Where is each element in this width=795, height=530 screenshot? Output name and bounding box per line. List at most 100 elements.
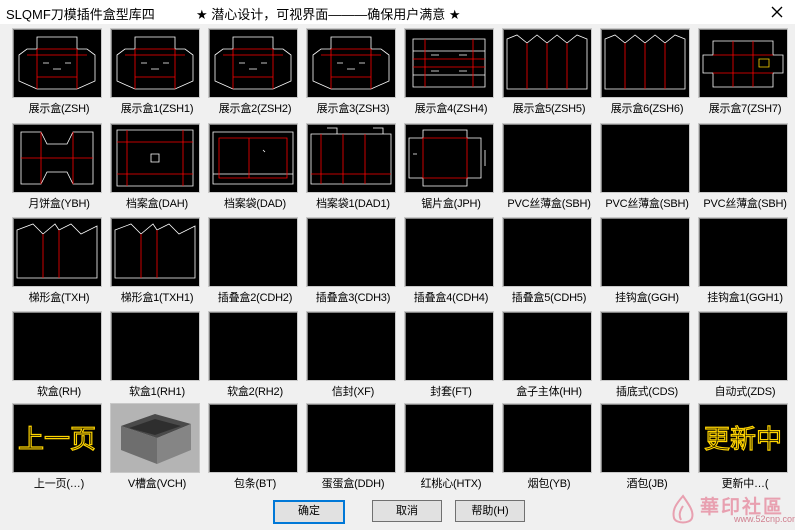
empty-thumbnail[interactable] [12,311,102,381]
box-type-label: 包条(BT) [233,478,277,490]
box-type-item[interactable]: 挂钩盒(GGH) [598,215,696,310]
die-ladder-thumbnail[interactable] [110,217,200,287]
empty-thumbnail[interactable] [600,403,690,473]
box-type-item[interactable]: 档案盒(DAH) [108,121,206,216]
die-saw-thumbnail[interactable] [404,123,494,193]
die-file-bag1-thumbnail[interactable] [306,123,396,193]
title-bar: SLQMF刀模插件盒型库四 ★ 潜心设计，可视界面———确保用户满意 ★ [0,0,795,24]
box-type-item[interactable]: PVC丝薄盒(SBH) [696,121,794,216]
box-type-item[interactable]: 展示盒2(ZSH2) [206,26,304,121]
box-type-label: 梯形盒1(TXH1) [120,292,194,304]
empty-thumbnail[interactable] [306,311,396,381]
box-type-label: 插叠盒3(CDH3) [315,292,391,304]
photo-vgroove-box-thumbnail[interactable] [110,403,200,473]
empty-thumbnail[interactable] [404,311,494,381]
box-type-item[interactable]: 插底式(CDS) [598,309,696,404]
box-type-item[interactable]: 插叠盒2(CDH2) [206,215,304,310]
box-type-label: 展示盒4(ZSH4) [414,103,488,115]
thumb-text: 更新中 [704,425,782,455]
cancel-button[interactable]: 取消 [372,500,442,522]
empty-thumbnail[interactable] [208,311,298,381]
box-type-item[interactable]: 烟包(YB) [500,401,598,496]
help-button[interactable]: 帮助(H) [455,500,525,522]
box-type-item[interactable]: 插叠盒3(CDH3) [304,215,402,310]
die-ladder-thumbnail[interactable] [12,217,102,287]
empty-thumbnail[interactable] [502,403,592,473]
box-type-item[interactable]: PVC丝薄盒(SBH) [500,121,598,216]
empty-thumbnail[interactable] [698,123,788,193]
die-trapezoid-thumbnail[interactable] [600,28,690,98]
box-type-item[interactable]: 盒子主体(HH) [500,309,598,404]
die-file-bag-thumbnail[interactable] [208,123,298,193]
box-type-item[interactable]: V槽盒(VCH) [108,401,206,496]
die-display-wide-thumbnail[interactable] [404,28,494,98]
box-type-item[interactable]: 上一页 上一页(…) [10,401,108,496]
empty-thumbnail[interactable] [404,403,494,473]
ok-button[interactable]: 确定 [273,500,345,524]
box-type-item[interactable]: 软盒1(RH1) [108,309,206,404]
box-type-item[interactable]: 档案袋1(DAD1) [304,121,402,216]
empty-thumbnail[interactable] [600,123,690,193]
box-type-label: 展示盒2(ZSH2) [218,103,292,115]
box-type-item[interactable]: 展示盒5(ZSH5) [500,26,598,121]
box-type-item[interactable]: 梯形盒1(TXH1) [108,215,206,310]
box-type-label: 信封(XF) [331,386,375,398]
box-type-item[interactable]: 展示盒4(ZSH4) [402,26,500,121]
box-type-item[interactable]: 插叠盒4(CDH4) [402,215,500,310]
box-type-item[interactable]: 酒包(JB) [598,401,696,496]
box-type-item[interactable]: 蛋蛋盒(DDH) [304,401,402,496]
empty-thumbnail[interactable] [208,403,298,473]
die-display-thumbnail[interactable] [12,28,102,98]
empty-thumbnail[interactable] [698,217,788,287]
box-type-item[interactable]: 展示盒7(ZSH7) [696,26,794,121]
box-type-item[interactable]: 挂钩盒1(GGH1) [696,215,794,310]
updating-thumbnail[interactable]: 更新中 [698,403,788,473]
die-mooncake-thumbnail[interactable] [12,123,102,193]
die-display-thumbnail[interactable] [110,28,200,98]
box-type-item[interactable]: 档案袋(DAD) [206,121,304,216]
empty-thumbnail[interactable] [600,311,690,381]
empty-thumbnail[interactable] [306,217,396,287]
die-line-drawing [18,36,96,90]
box-type-item[interactable]: 展示盒3(ZSH3) [304,26,402,121]
die-line-drawing [20,131,94,185]
empty-thumbnail[interactable] [306,403,396,473]
box-type-item[interactable]: 软盒2(RH2) [206,309,304,404]
box-type-item[interactable]: 月饼盒(YBH) [10,121,108,216]
box-type-item[interactable]: 信封(XF) [304,309,402,404]
empty-thumbnail[interactable] [208,217,298,287]
die-file-box-thumbnail[interactable] [110,123,200,193]
empty-thumbnail[interactable] [502,217,592,287]
box-type-item[interactable]: 软盒(RH) [10,309,108,404]
box-type-label: PVC丝薄盒(SBH) [507,198,591,210]
empty-thumbnail[interactable] [502,123,592,193]
box-type-item[interactable]: 封套(FT) [402,309,500,404]
box-type-item[interactable]: 展示盒(ZSH) [10,26,108,121]
die-line-drawing [408,129,486,187]
box-type-item[interactable]: 自动式(ZDS) [696,309,794,404]
box-type-item[interactable]: 锯片盒(JPH) [402,121,500,216]
die-display-thumbnail[interactable] [306,28,396,98]
box-type-label: PVC丝薄盒(SBH) [605,198,689,210]
close-icon[interactable] [767,2,787,22]
empty-thumbnail[interactable] [600,217,690,287]
die-trapezoid-thumbnail[interactable] [502,28,592,98]
empty-thumbnail[interactable] [698,311,788,381]
box-type-item[interactable]: PVC丝薄盒(SBH) [598,121,696,216]
empty-thumbnail[interactable] [502,311,592,381]
box-type-label: 锯片盒(JPH) [421,198,481,210]
box-type-item[interactable]: 插叠盒5(CDH5) [500,215,598,310]
box-type-item[interactable]: 包条(BT) [206,401,304,496]
die-line-drawing [310,127,392,185]
die-display-thumbnail[interactable] [208,28,298,98]
die-display7-thumbnail[interactable] [698,28,788,98]
box-type-item[interactable]: 梯形盒(TXH) [10,215,108,310]
empty-thumbnail[interactable] [110,311,200,381]
box-type-item[interactable]: 展示盒1(ZSH1) [108,26,206,121]
box-type-label: 档案袋(DAD) [224,198,286,210]
box-type-item[interactable]: 更新中 更新中…( [696,401,794,496]
box-type-item[interactable]: 展示盒6(ZSH6) [598,26,696,121]
box-type-item[interactable]: 红桃心(HTX) [402,401,500,496]
prev-page-thumbnail[interactable]: 上一页 [12,403,102,473]
empty-thumbnail[interactable] [404,217,494,287]
